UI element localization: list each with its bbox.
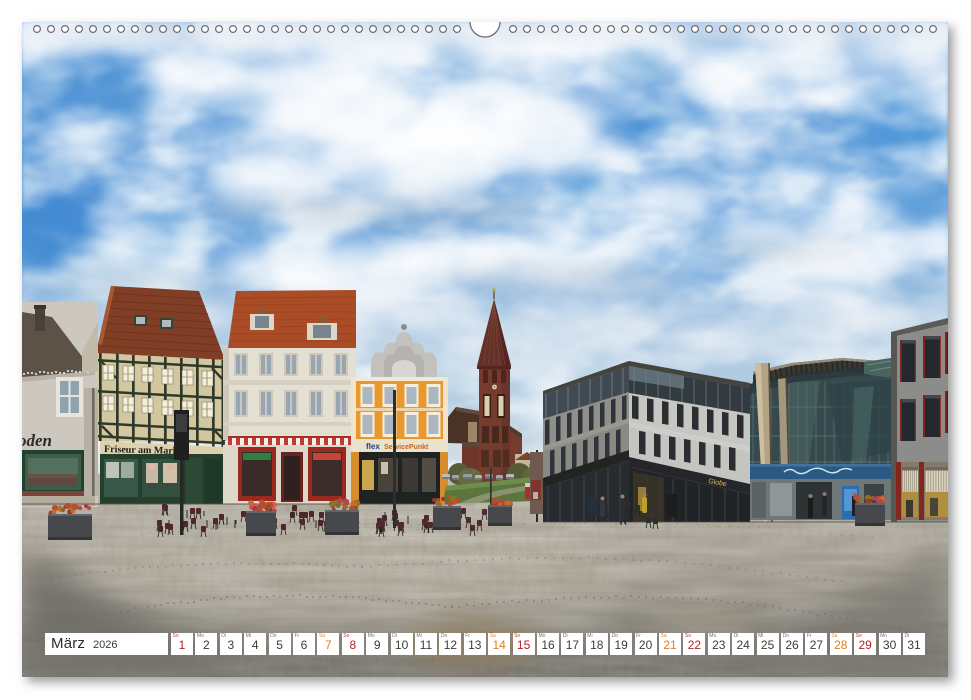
svg-text:oden: oden	[22, 431, 52, 450]
svg-text:ServicePunkt: ServicePunkt	[384, 444, 429, 451]
svg-text:flex: flex	[366, 442, 380, 451]
